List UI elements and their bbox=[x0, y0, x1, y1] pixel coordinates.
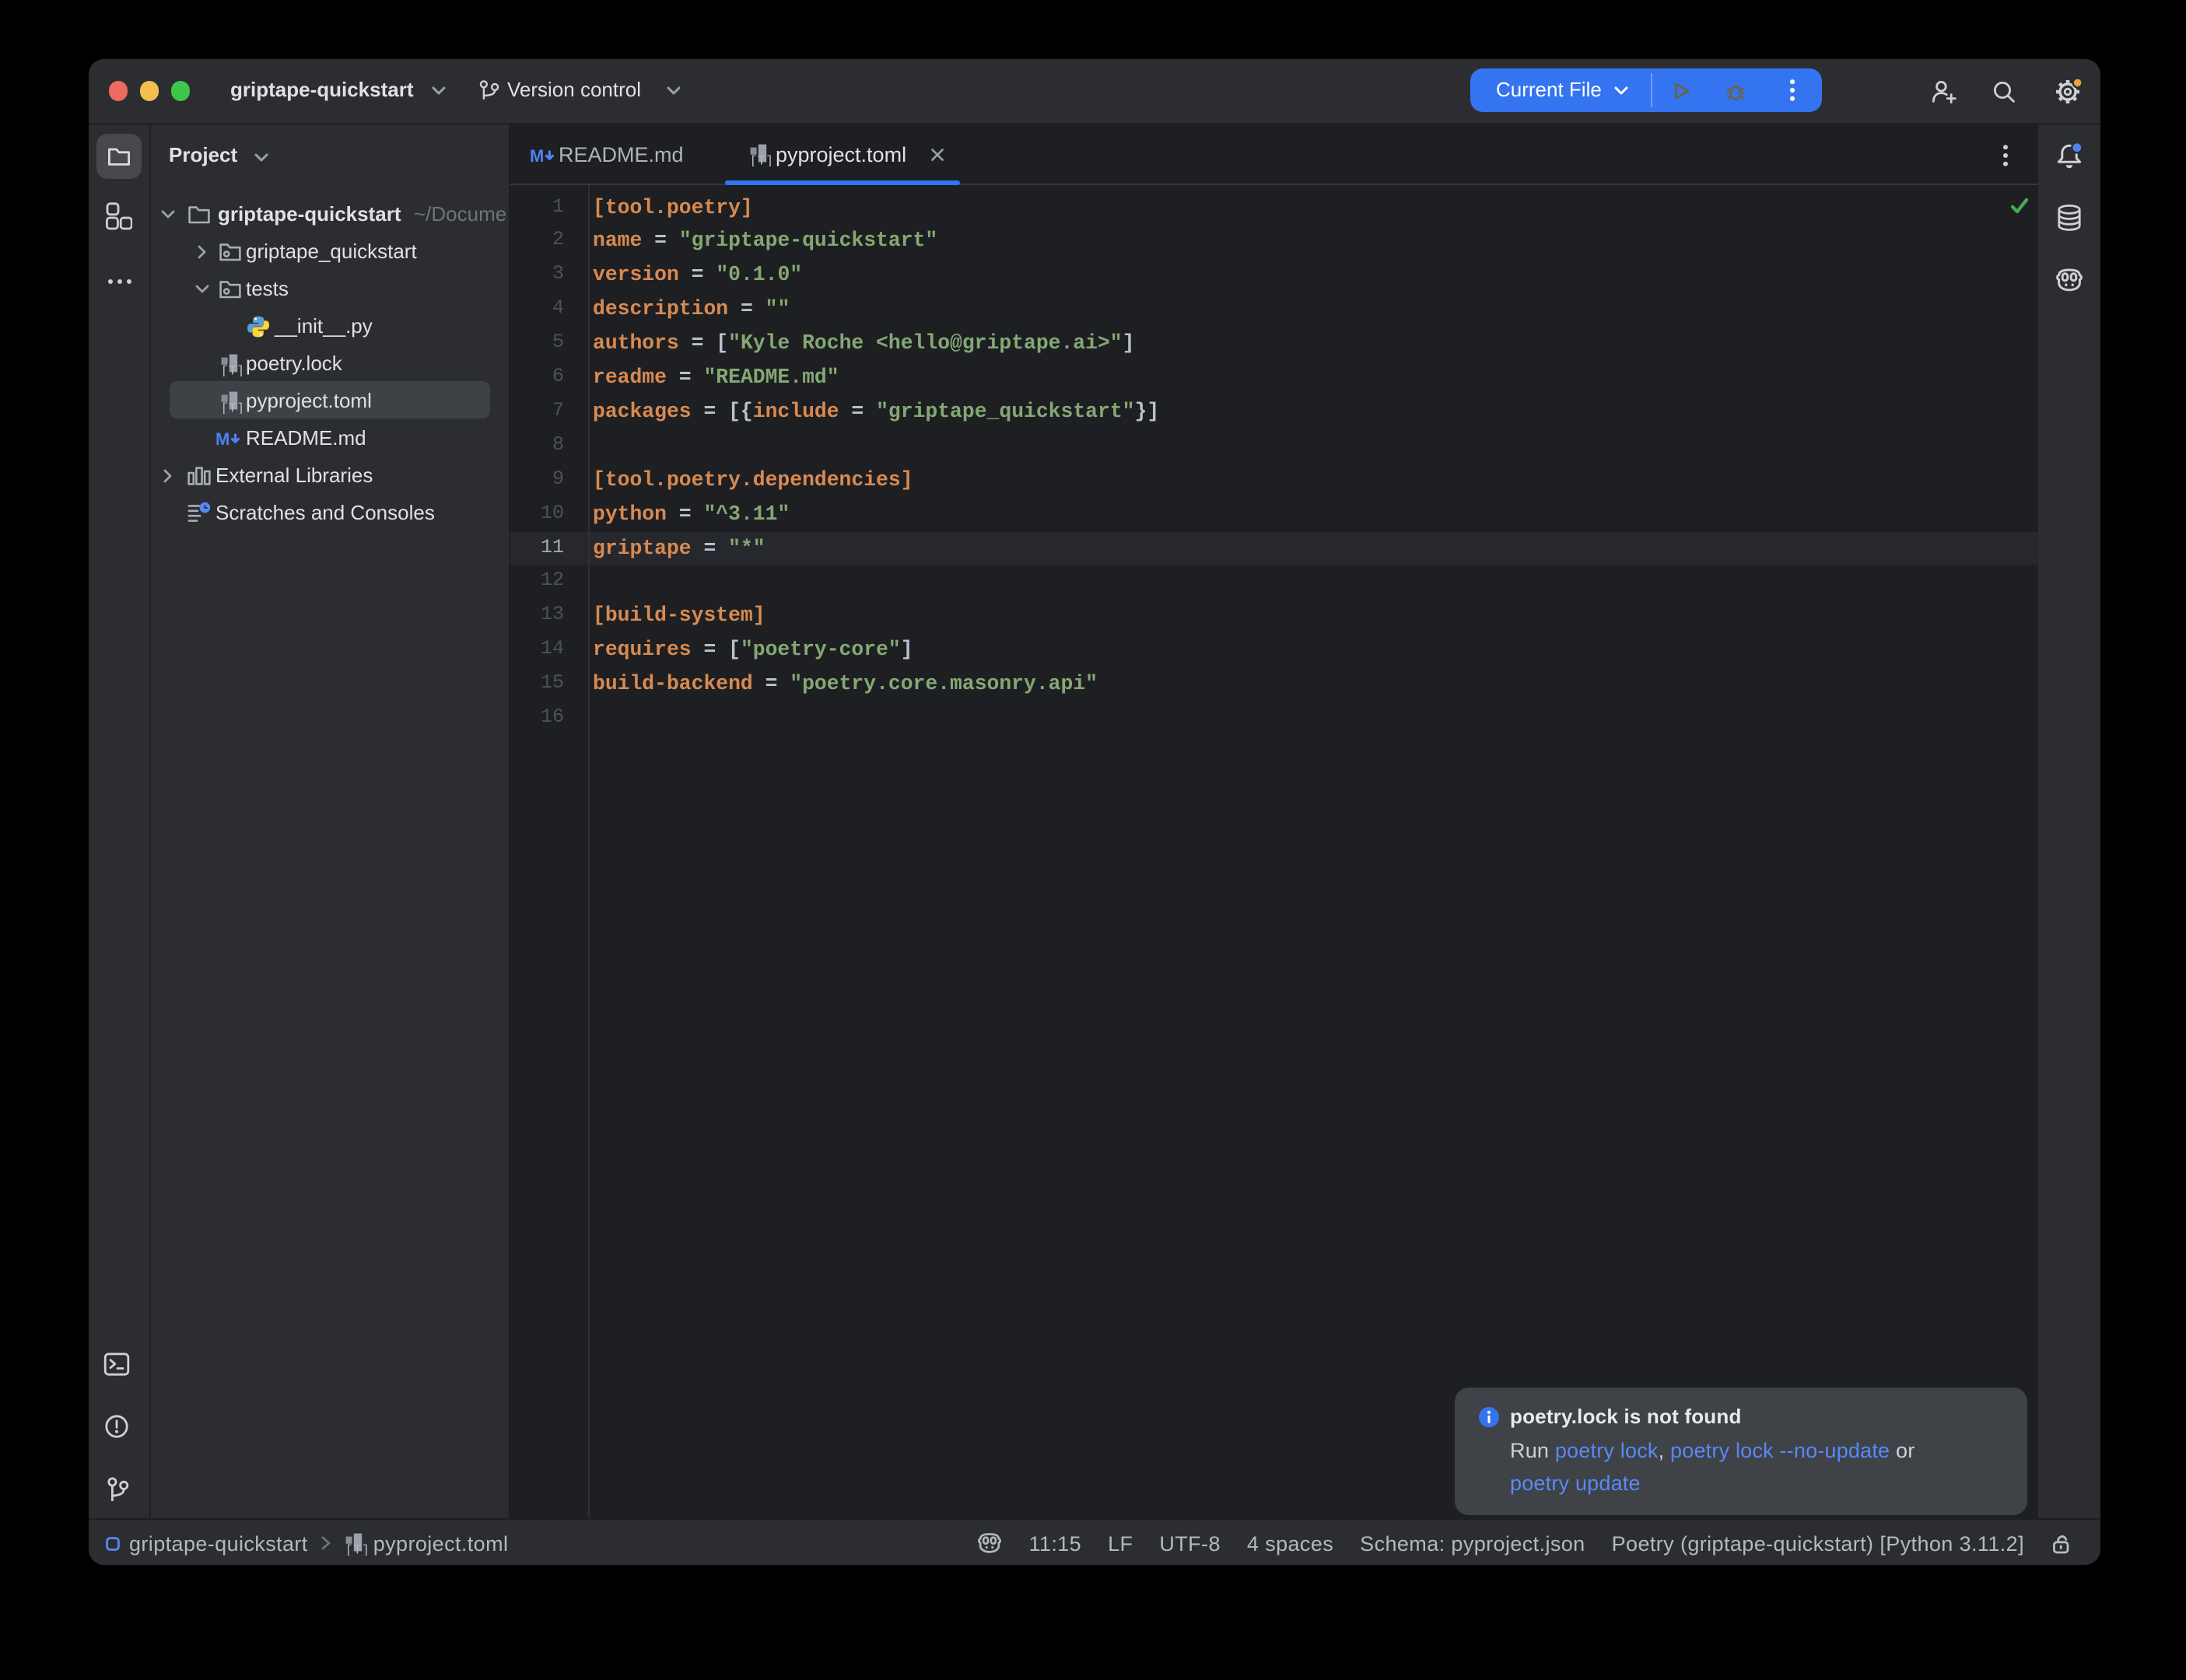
svg-text:M: M bbox=[531, 146, 544, 166]
svg-text:[T]: [T] bbox=[749, 155, 772, 166]
svg-text:[T]: [T] bbox=[220, 401, 243, 413]
svg-text:[T]: [T] bbox=[345, 1544, 368, 1556]
svg-text:M: M bbox=[215, 429, 229, 448]
svg-text:[T]: [T] bbox=[220, 364, 243, 376]
